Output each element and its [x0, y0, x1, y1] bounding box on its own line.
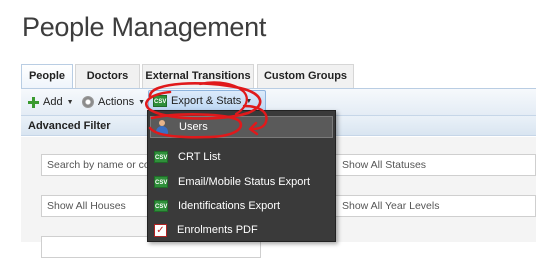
export-stats-button[interactable]: CSV Export & Stats ▼: [148, 90, 266, 112]
status-select-value: Show All Statuses: [342, 159, 427, 171]
export-menu: Users CSV CRT List CSV Email/Mobile Stat…: [147, 110, 336, 242]
tab-custom-groups[interactable]: Custom Groups: [257, 64, 354, 88]
gear-icon: [82, 96, 94, 108]
caret-down-icon: ▼: [138, 98, 146, 106]
tab-external-transitions[interactable]: External Transitions: [142, 64, 254, 88]
user-icon: [155, 120, 169, 134]
add-button-label: Add: [43, 96, 63, 108]
year-levels-select[interactable]: Show All Year Levels: [333, 195, 536, 217]
menu-item-users[interactable]: Users: [150, 116, 333, 138]
csv-icon: CSV: [154, 151, 168, 163]
menu-item-label: CRT List: [178, 151, 221, 163]
menu-item-identifications-export[interactable]: CSV Identifications Export: [150, 195, 333, 217]
csv-icon: CSV: [153, 95, 167, 107]
menu-item-label: Users: [179, 121, 208, 133]
menu-item-label: Enrolments PDF: [177, 224, 258, 236]
menu-item-email-mobile-export[interactable]: CSV Email/Mobile Status Export: [150, 171, 333, 193]
export-stats-label: Export & Stats: [171, 95, 242, 107]
caret-down-icon: ▼: [66, 98, 74, 106]
menu-item-label: Email/Mobile Status Export: [178, 176, 311, 188]
menu-item-crt-list[interactable]: CSV CRT List: [150, 146, 333, 168]
csv-icon: CSV: [154, 200, 168, 212]
pdf-icon: ✓: [154, 223, 167, 237]
tab-people[interactable]: People: [21, 64, 73, 89]
year-levels-select-value: Show All Year Levels: [342, 200, 440, 212]
page-title: People Management: [22, 12, 267, 42]
menu-item-enrolments-pdf[interactable]: ✓ Enrolments PDF: [150, 219, 333, 241]
menu-item-label: Identifications Export: [178, 200, 281, 212]
caret-down-icon: ▼: [245, 97, 253, 105]
actions-button-label: Actions: [98, 96, 135, 108]
tab-doctors[interactable]: Doctors: [75, 64, 140, 88]
status-select[interactable]: Show All Statuses: [333, 154, 536, 176]
csv-icon: CSV: [154, 176, 168, 188]
plus-icon: [28, 96, 39, 108]
add-button[interactable]: Add ▼: [28, 93, 74, 111]
actions-button[interactable]: Actions ▼: [82, 93, 145, 111]
